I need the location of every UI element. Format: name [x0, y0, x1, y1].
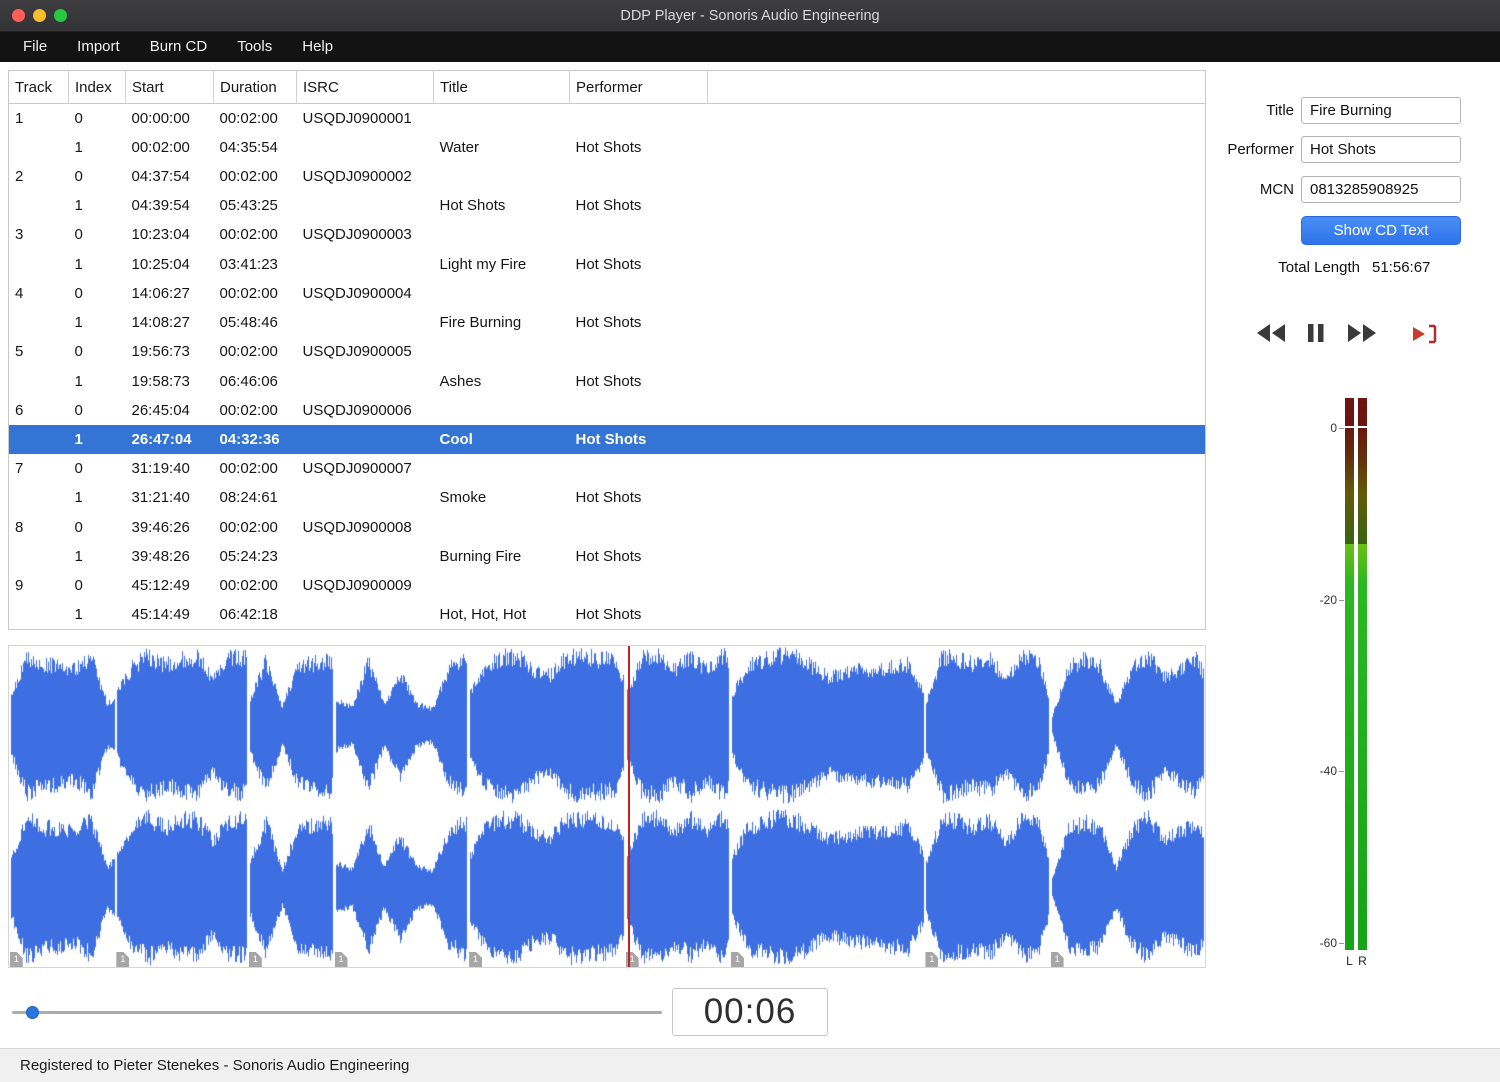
- window-title: DDP Player - Sonoris Audio Engineering: [620, 7, 880, 24]
- play-to-marker-icon: [1410, 324, 1442, 349]
- track-row[interactable]: 9 0 45:12:49 00:02:00 USQDJ0900009: [9, 571, 1206, 600]
- track-row[interactable]: 2 0 04:37:54 00:02:00 USQDJ0900002: [9, 162, 1206, 191]
- registration-text: Registered to Pieter Stenekes - Sonoris …: [20, 1057, 410, 1074]
- rewind-button[interactable]: [1256, 322, 1287, 347]
- track-row[interactable]: 1 31:21:40 08:24:61 Smoke Hot Shots: [9, 483, 1206, 512]
- minimize-button[interactable]: [33, 9, 46, 22]
- total-length-row: Total Length 51:56:67: [1210, 259, 1470, 279]
- track-table: Track Index Start Duration ISRC Title Performe…: [8, 70, 1206, 630]
- playhead[interactable]: [627, 646, 630, 967]
- meter-left-channel-label: L: [1346, 954, 1353, 968]
- track-row[interactable]: 1 26:47:04 04:32:36 Cool Hot Shots: [8, 424, 1206, 455]
- track-row[interactable]: 1 00:02:00 04:35:54 Water Hot Shots: [9, 133, 1206, 162]
- rewind-icon: [1256, 324, 1287, 347]
- track-row[interactable]: 8 0 39:46:26 00:02:00 USQDJ0900008: [9, 513, 1206, 542]
- column-header-title[interactable]: Title: [433, 70, 570, 104]
- meter-tick: [1339, 771, 1344, 773]
- meter-unlit-right: [1358, 398, 1367, 544]
- track-row[interactable]: 3 0 10:23:04 00:02:00 USQDJ0900003: [9, 220, 1206, 249]
- performer-field-row: Performer: [1210, 136, 1470, 163]
- meter-tick: [1339, 943, 1344, 944]
- menu-item-help[interactable]: Help: [287, 32, 348, 62]
- meter-unlit-left: [1345, 398, 1354, 544]
- track-row[interactable]: 1 39:48:26 05:24:23 Burning Fire Hot Shots: [9, 542, 1206, 571]
- status-bar: Registered to Pieter Stenekes - Sonoris …: [0, 1048, 1500, 1082]
- waveform-canvas[interactable]: [9, 646, 1205, 967]
- close-button[interactable]: [12, 9, 25, 22]
- app-window: DDP Player - Sonoris Audio Engineering F…: [0, 0, 1500, 1082]
- menu-item-tools[interactable]: Tools: [222, 32, 287, 62]
- track-row[interactable]: 1 19:58:73 06:46:06 Ashes Hot Shots: [9, 366, 1206, 395]
- track-row[interactable]: 4 0 14:06:27 00:02:00 USQDJ0900004: [9, 279, 1206, 308]
- mcn-field-row: MCN: [1210, 176, 1470, 203]
- mcn-input[interactable]: [1301, 176, 1461, 203]
- track-row[interactable]: 1 10:25:04 03:41:23 Light my Fire Hot Shots: [9, 250, 1206, 279]
- menu-item-import[interactable]: Import: [62, 32, 135, 62]
- play-to-marker-button[interactable]: [1410, 322, 1442, 349]
- meter-tick: [1339, 428, 1344, 429]
- menu-item-burn-cd[interactable]: Burn CD: [135, 32, 223, 62]
- menu-item-file[interactable]: File: [8, 32, 62, 62]
- slider-track[interactable]: [12, 1011, 662, 1014]
- fast-forward-button[interactable]: [1346, 322, 1377, 347]
- show-cd-text-button[interactable]: Show CD Text: [1301, 216, 1461, 245]
- level-meter-right-bar: [1358, 398, 1367, 950]
- meter-zero-mark: [1345, 426, 1354, 428]
- column-header-start[interactable]: Start: [125, 70, 214, 104]
- total-length-label: Total Length: [1278, 259, 1360, 276]
- fast-forward-icon: [1346, 324, 1377, 347]
- track-row[interactable]: 5 0 19:56:73 00:02:00 USQDJ0900005: [9, 337, 1206, 366]
- transport-controls: [1210, 322, 1496, 356]
- time-display: 00:06: [672, 988, 828, 1036]
- meter-db-label: 0: [1330, 421, 1337, 435]
- menubar: File Import Burn CD Tools Help: [0, 32, 1500, 62]
- pause-icon: [1305, 324, 1327, 347]
- seek-slider[interactable]: [8, 1001, 666, 1023]
- track-row[interactable]: 1 14:08:27 05:48:46 Fire Burning Hot Shots: [9, 308, 1206, 337]
- meter-db-label: -40: [1319, 764, 1337, 779]
- mcn-label: MCN: [1259, 181, 1294, 198]
- meter-db-label: -60: [1319, 936, 1337, 950]
- meter-right-channel-label: R: [1358, 954, 1367, 968]
- zoom-button[interactable]: [54, 9, 67, 22]
- performer-input[interactable]: [1301, 136, 1461, 163]
- column-header-filler: [707, 70, 1206, 104]
- title-field-row: Title: [1210, 97, 1470, 124]
- total-length-value: 51:56:67: [1372, 259, 1431, 276]
- column-header-index[interactable]: Index: [68, 70, 126, 104]
- column-header-performer[interactable]: Performer: [569, 70, 708, 104]
- track-row[interactable]: 1 45:14:49 06:42:18 Hot, Hot, Hot Hot Shots: [9, 600, 1206, 629]
- meter-db-label: -20: [1319, 592, 1337, 607]
- title-label: Title: [1266, 102, 1294, 119]
- title-bar: DDP Player - Sonoris Audio Engineering: [0, 0, 1500, 32]
- waveform-display: 111111111: [8, 645, 1206, 968]
- meter-tick: [1339, 599, 1344, 601]
- track-row[interactable]: 6 0 26:45:04 00:02:00 USQDJ0900006: [9, 396, 1206, 425]
- table-header-row: Track Index Start Duration ISRC Title Performe…: [8, 70, 1206, 104]
- performer-label: Performer: [1227, 141, 1294, 158]
- pause-button[interactable]: [1305, 322, 1327, 347]
- window-controls: [12, 9, 67, 22]
- track-row[interactable]: 1 04:39:54 05:43:25 Hot Shots Hot Shots: [9, 191, 1206, 220]
- column-header-duration[interactable]: Duration: [213, 70, 297, 104]
- level-meter-left-bar: [1345, 398, 1354, 950]
- column-header-isrc[interactable]: ISRC: [296, 70, 434, 104]
- title-input[interactable]: [1301, 97, 1461, 124]
- cd-text-panel: Title Performer MCN Show CD Text Total L…: [1210, 70, 1496, 980]
- meter-zero-mark: [1358, 426, 1367, 428]
- track-row[interactable]: 7 0 31:19:40 00:02:00 USQDJ0900007: [9, 454, 1206, 483]
- column-header-track[interactable]: Track: [8, 70, 69, 104]
- track-row[interactable]: 1 0 00:00:00 00:02:00 USQDJ0900001: [9, 104, 1206, 133]
- slider-thumb[interactable]: [26, 1006, 40, 1019]
